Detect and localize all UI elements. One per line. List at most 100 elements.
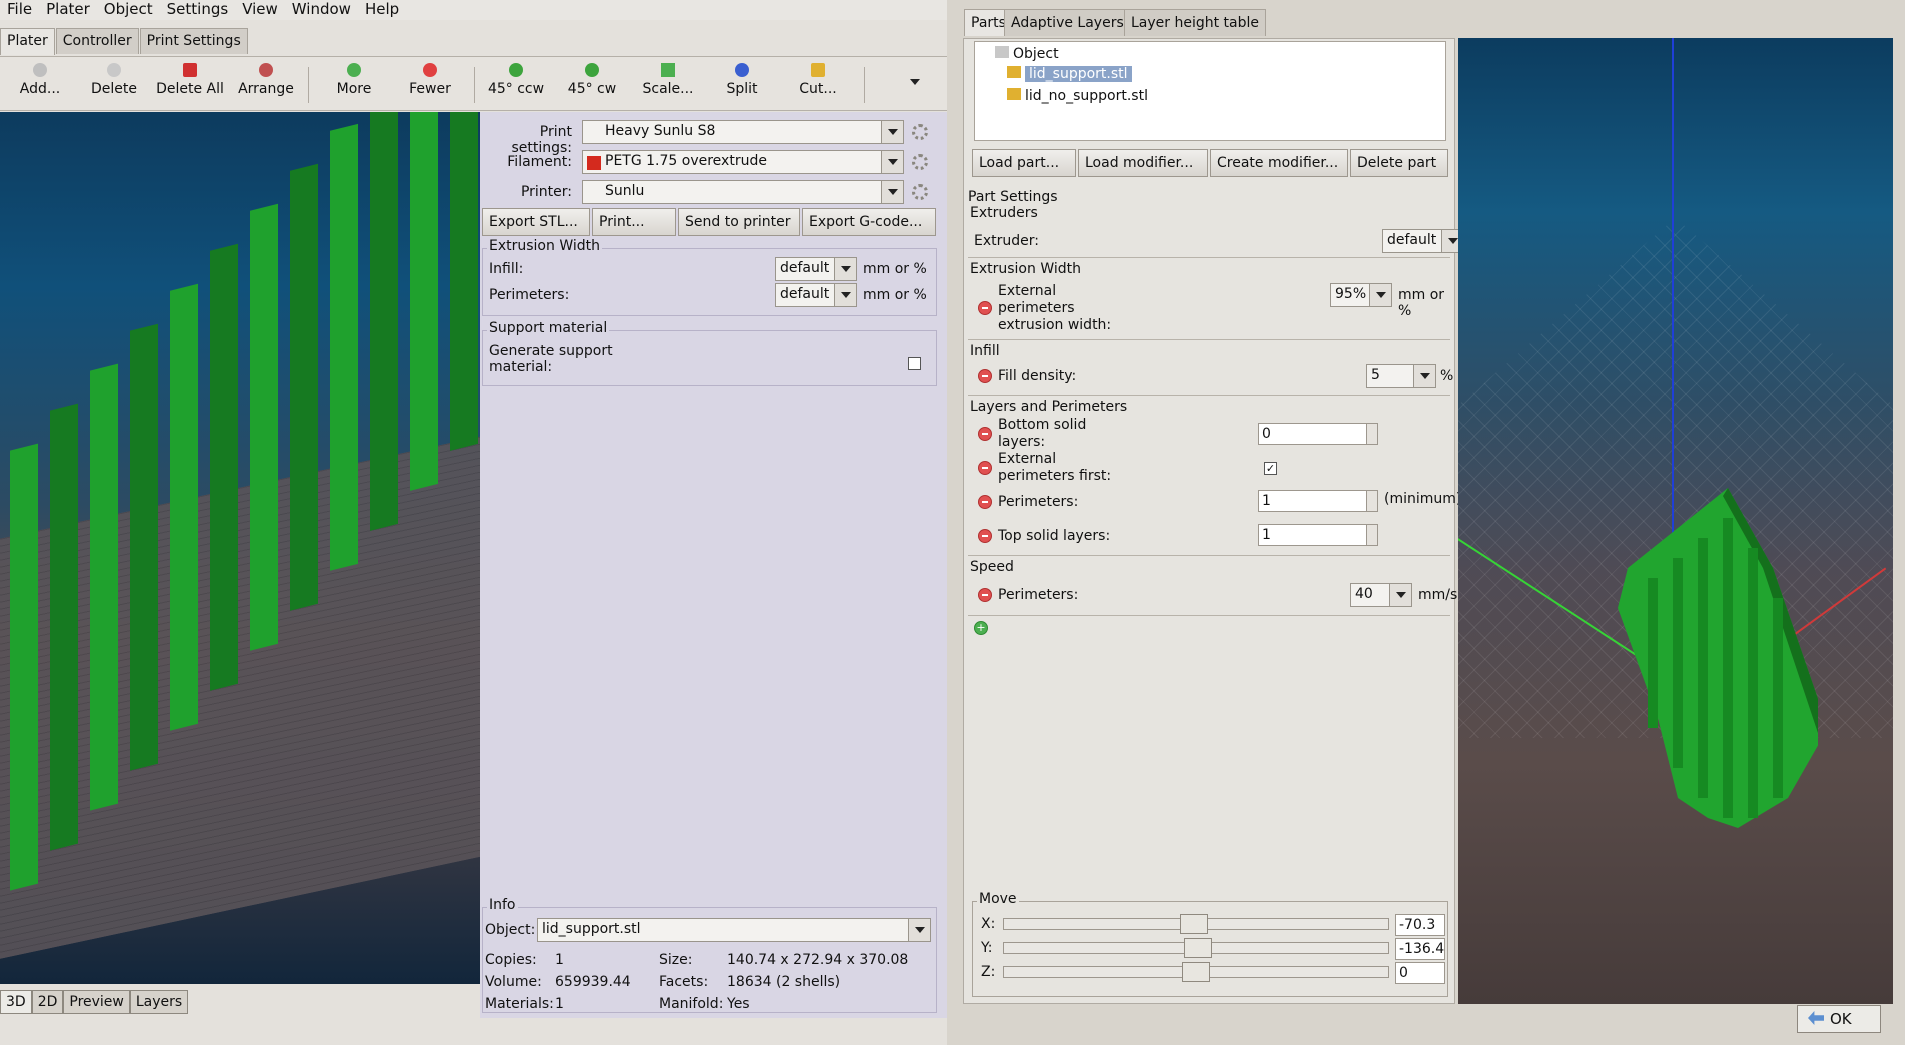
delete-all-button[interactable]: Delete All [154,61,226,97]
print-button[interactable]: Print... [592,208,676,236]
filament-select[interactable]: PETG 1.75 overextrude [582,150,904,174]
menu-view[interactable]: View [235,0,285,20]
tab-controller[interactable]: Controller [55,28,139,54]
fewer-button[interactable]: Fewer [394,61,466,97]
tree-item-lid-support[interactable]: lid_support.stl [1007,66,1132,82]
cut-button[interactable]: Cut... [782,61,854,97]
fill-density-label: Fill density: [998,368,1077,384]
add-setting-icon[interactable]: + [974,621,988,635]
menu-plater[interactable]: Plater [39,0,97,20]
slider-thumb[interactable] [1182,962,1210,982]
slic3r-main-window: File Plater Object Settings View Window … [0,0,947,1045]
printer-label: Printer: [520,184,572,200]
menu-settings[interactable]: Settings [160,0,236,20]
move-x-label: X: [981,916,996,932]
move-x-input[interactable]: -70.3 [1395,914,1445,936]
slider-thumb[interactable] [1184,938,1212,958]
move-x-slider[interactable] [1003,914,1389,934]
load-modifier-button[interactable]: Load modifier... [1078,149,1208,177]
move-z-input[interactable]: 0 [1395,962,1445,984]
fill-density-select[interactable]: 5 [1366,364,1436,388]
tab-print-settings[interactable]: Print Settings [139,28,248,54]
rotate-ccw-button[interactable]: 45° ccw [480,61,552,97]
info-title: Info [487,897,518,913]
rotate-cw-button[interactable]: 45° cw [556,61,628,97]
create-modifier-button[interactable]: Create modifier... [1210,149,1348,177]
export-gcode-button[interactable]: Export G-code... [802,208,936,236]
tab-layer-height-table[interactable]: Layer height table [1124,9,1267,36]
perimeters-width-select[interactable]: default [775,283,857,307]
toolbar-overflow-arrow-icon[interactable] [910,79,920,90]
part-3d-preview[interactable] [1458,38,1893,1004]
parts-tree[interactable]: Object lid_support.stl lid_no_support.st… [974,41,1446,141]
move-y-input[interactable]: -136.4 [1395,938,1445,960]
tree-root-object[interactable]: Object [995,46,1059,62]
menu-help[interactable]: Help [358,0,406,20]
delete-button[interactable]: Delete [78,61,150,97]
delete-part-button[interactable]: Delete part [1350,149,1448,177]
move-y-slider[interactable] [1003,938,1389,958]
filament-gear-icon[interactable] [912,154,928,170]
printer-gear-icon[interactable] [912,184,928,200]
remove-option-icon[interactable] [978,461,992,475]
extruder-select[interactable]: default [1382,229,1464,253]
delete-icon [107,63,121,77]
print-settings-label: Print settings: [511,124,572,156]
load-part-button[interactable]: Load part... [972,149,1076,177]
part-model-shape [1618,488,1818,828]
tab-adaptive-layers[interactable]: Adaptive Layers [1004,9,1131,36]
remove-option-icon[interactable] [978,588,992,602]
layers-perimeters-title: Layers and Perimeters [970,399,1128,415]
divider [968,257,1450,258]
menu-file[interactable]: File [0,0,39,20]
tree-item-lid-no-support[interactable]: lid_no_support.stl [1007,88,1148,104]
external-perimeters-first-checkbox[interactable]: ✓ [1264,462,1277,475]
toolbar-separator [308,67,309,103]
main-tabs: Plater Controller Print Settings [0,28,249,55]
tab-preview[interactable]: Preview [63,990,130,1014]
plater-3d-view[interactable] [0,112,480,984]
scale-button[interactable]: Scale... [632,61,704,97]
move-title: Move [977,891,1019,907]
print-settings-select[interactable]: Heavy Sunlu S8 [582,120,904,144]
ext-perim-width-select[interactable]: 95% [1330,283,1392,307]
remove-option-icon[interactable] [978,529,992,543]
split-icon [735,63,749,77]
move-z-slider[interactable] [1003,962,1389,982]
tab-2d[interactable]: 2D [31,990,64,1014]
remove-option-icon[interactable] [978,369,992,383]
speed-perimeters-select[interactable]: 40 [1350,583,1412,607]
bottom-solid-layers-input[interactable]: 0 [1258,423,1378,445]
remove-option-icon[interactable] [978,301,992,315]
menu-window[interactable]: Window [285,0,358,20]
move-y-label: Y: [981,940,993,956]
ok-button[interactable]: OK [1797,1005,1881,1033]
split-button[interactable]: Split [706,61,778,97]
extrusion-width-title: Extrusion Width [970,261,1081,277]
menu-object[interactable]: Object [97,0,160,20]
info-object-select[interactable]: lid_support.stl [537,918,931,942]
slider-thumb[interactable] [1180,914,1208,934]
speed-perimeters-label: Perimeters: [998,587,1079,603]
arrange-icon [259,63,273,77]
add-button[interactable]: Add... [4,61,76,97]
generate-support-checkbox[interactable] [908,357,921,370]
perimeters-input[interactable]: 1 [1258,490,1378,512]
tab-plater[interactable]: Plater [0,28,55,55]
ext-perim-width-unit: mm or % [1398,287,1445,319]
remove-option-icon[interactable] [978,427,992,441]
tab-3d[interactable]: 3D [0,990,32,1014]
more-button[interactable]: More [318,61,390,97]
printer-select[interactable]: Sunlu [582,180,904,204]
remove-option-icon[interactable] [978,495,992,509]
print-settings-gear-icon[interactable] [912,124,928,140]
tab-layers[interactable]: Layers [129,990,189,1014]
export-stl-button[interactable]: Export STL... [482,208,590,236]
arrange-button[interactable]: Arrange [230,61,302,97]
top-solid-layers-input[interactable]: 1 [1258,524,1378,546]
infill-width-select[interactable]: default [775,257,857,281]
ext-first-label1: External [998,451,1057,467]
part-settings-title: Part Settings [968,189,1058,205]
send-to-printer-button[interactable]: Send to printer [678,208,800,236]
divider [968,395,1450,396]
